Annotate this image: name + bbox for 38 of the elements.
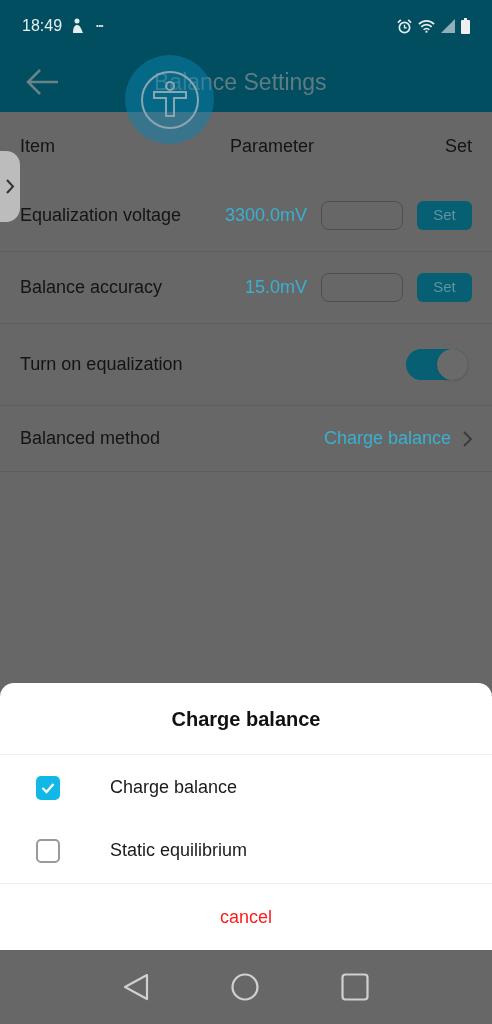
column-header: Set <box>444 134 472 158</box>
row-label: Equalization voltage <box>20 204 182 227</box>
chevron-icon <box>463 430 472 447</box>
input-field[interactable] <box>321 201 403 230</box>
notification-text: ••• <box>96 20 104 32</box>
set-button[interactable]: Set <box>417 273 472 302</box>
toggle-switch[interactable] <box>406 349 468 380</box>
row-label: Turn on equalization <box>20 353 183 376</box>
sheet-title: Charge balance <box>171 706 321 732</box>
column-header: Parameter <box>230 134 315 158</box>
cancel-button[interactable]: cancel <box>220 903 272 931</box>
column-header: Item <box>20 134 56 158</box>
option-item[interactable]: Static equilibrium <box>0 819 492 882</box>
back-nav-button[interactable] <box>123 973 149 1001</box>
status-time: 18:49 <box>22 16 63 36</box>
set-button[interactable]: Set <box>417 201 472 230</box>
checkbox[interactable] <box>36 775 60 800</box>
option-item[interactable]: Charge balance <box>0 756 492 819</box>
recents-button[interactable] <box>341 973 369 1001</box>
side-tab-button[interactable] <box>0 151 20 222</box>
signal-icon <box>441 19 455 33</box>
check-icon <box>41 781 55 794</box>
alarm-icon <box>397 18 412 34</box>
battery-icon <box>461 18 470 34</box>
wifi-icon <box>418 19 435 33</box>
input-field[interactable] <box>321 273 403 302</box>
row-label: Balanced method <box>20 427 161 450</box>
option-label: Static equilibrium <box>110 839 248 862</box>
chevron-icon <box>5 179 15 194</box>
row-label: Balance accuracy <box>20 276 163 299</box>
person-icon <box>70 18 85 34</box>
home-button[interactable] <box>231 973 259 1001</box>
back-button[interactable] <box>24 68 60 96</box>
checkbox[interactable] <box>36 838 60 863</box>
parameter-value: 15.0mV <box>244 276 307 299</box>
parameter-value: 3300.0mV <box>224 204 307 227</box>
method-value[interactable]: Charge balance <box>323 425 451 452</box>
option-label: Charge balance <box>110 776 238 799</box>
